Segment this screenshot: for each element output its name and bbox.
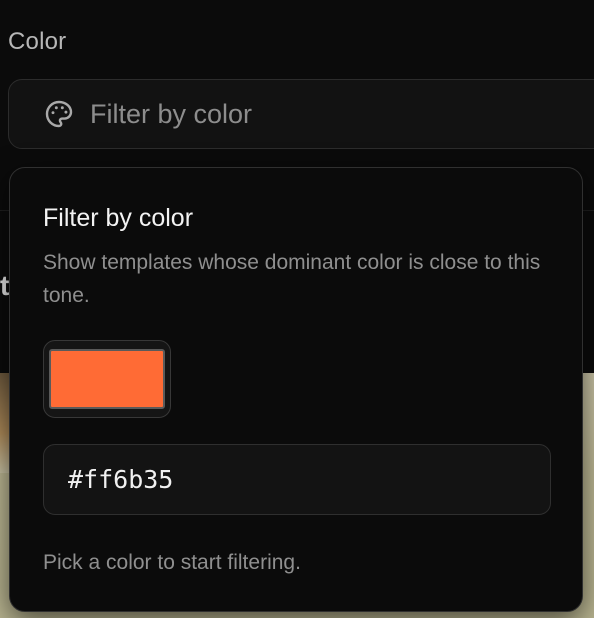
color-swatch bbox=[49, 349, 165, 409]
color-picker-button[interactable] bbox=[43, 340, 171, 418]
filter-by-color-button[interactable]: Filter by color bbox=[8, 79, 594, 149]
section-label: Color bbox=[8, 28, 67, 55]
popover-hint: Pick a color to start filtering. bbox=[43, 551, 301, 574]
popover-title: Filter by color bbox=[43, 204, 194, 232]
palette-icon bbox=[42, 97, 76, 131]
background-partial-heading: t bbox=[0, 270, 10, 301]
popover-description: Show templates whose dominant color is c… bbox=[43, 251, 541, 307]
color-filter-popover: Filter by color Show templates whose dom… bbox=[9, 167, 583, 612]
color-filter-panel: Color Filter by color t Filter by color … bbox=[0, 0, 594, 618]
hex-color-input[interactable] bbox=[43, 444, 551, 515]
filter-placeholder-text: Filter by color bbox=[90, 98, 253, 129]
